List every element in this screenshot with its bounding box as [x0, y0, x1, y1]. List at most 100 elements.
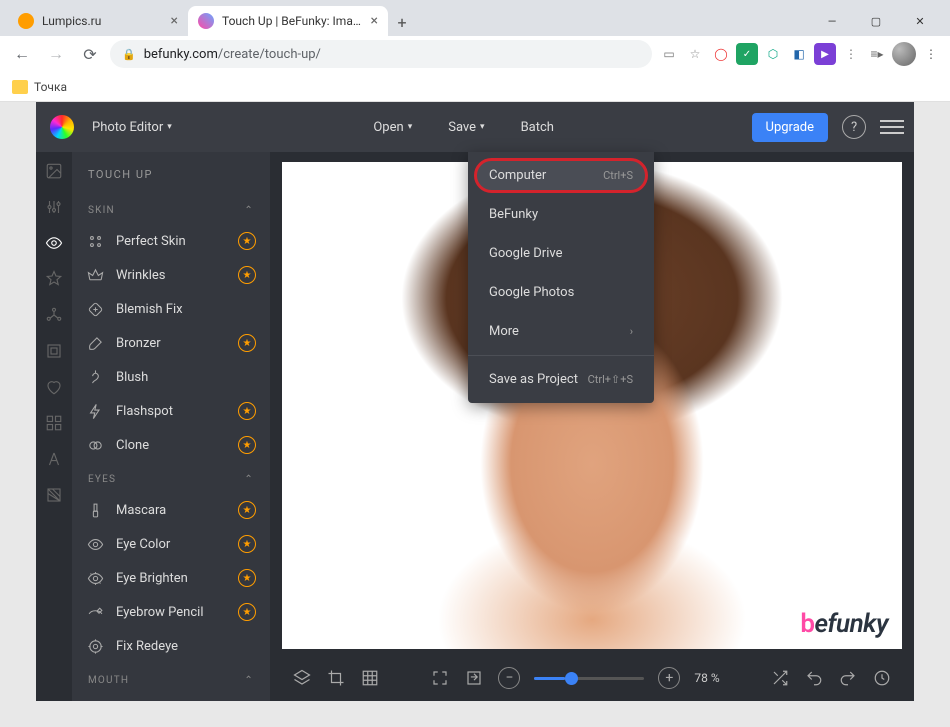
batch-button[interactable]: Batch: [517, 114, 558, 141]
tool-item-mascara[interactable]: Mascara★: [72, 493, 270, 527]
grid-view-icon[interactable]: [360, 668, 380, 688]
tool-label: Eyebrow Pencil: [116, 605, 204, 620]
ext-icon[interactable]: ⋮: [840, 43, 862, 65]
pencil-icon: [86, 603, 104, 621]
layers-icon[interactable]: [292, 668, 312, 688]
tool-item-blemish-fix[interactable]: Blemish Fix: [72, 292, 270, 326]
upgrade-button[interactable]: Upgrade: [752, 113, 828, 142]
menu-item-befunky[interactable]: BeFunky: [468, 195, 654, 234]
ext-icon[interactable]: ✓: [736, 43, 758, 65]
zoom-in-button[interactable]: +: [658, 667, 680, 689]
group-header[interactable]: EYES⌃: [72, 462, 270, 493]
back-button[interactable]: ←: [8, 40, 36, 68]
tool-rail: [36, 152, 72, 701]
close-icon[interactable]: ×: [371, 13, 378, 29]
minimize-button[interactable]: —: [810, 6, 854, 36]
target-icon: [86, 637, 104, 655]
ext-icon[interactable]: ◧: [788, 43, 810, 65]
tool-label: Bronzer: [116, 336, 161, 351]
reading-list-icon[interactable]: ≡▸: [866, 43, 888, 65]
group-header[interactable]: MOUTH⌃: [72, 663, 270, 694]
ext-icon[interactable]: ◯: [710, 43, 732, 65]
brand-logo-icon[interactable]: [50, 115, 74, 139]
fit-icon[interactable]: [430, 668, 450, 688]
save-menu-button[interactable]: Save ▾: [444, 114, 488, 141]
cast-icon[interactable]: ▭: [658, 43, 680, 65]
menu-item-save-project[interactable]: Save as ProjectCtrl+⇧+S: [468, 360, 654, 399]
close-icon[interactable]: ×: [171, 13, 178, 29]
tool-item-fix-redeye[interactable]: Fix Redeye: [72, 629, 270, 663]
menu-item-computer[interactable]: Computer Ctrl+S: [468, 156, 654, 195]
favicon-icon: [198, 13, 214, 29]
menu-item-google-photos[interactable]: Google Photos: [468, 273, 654, 312]
reload-button[interactable]: ⟳: [76, 40, 104, 68]
save-label: Save: [448, 120, 476, 135]
group-header[interactable]: SKIN⌃: [72, 193, 270, 224]
chrome-menu-icon[interactable]: ⋮: [920, 43, 942, 65]
open-menu-button[interactable]: Open ▾: [369, 114, 416, 141]
tool-item-eye-color[interactable]: Eye Color★: [72, 527, 270, 561]
batch-label: Batch: [521, 120, 554, 135]
profile-avatar[interactable]: [892, 42, 916, 66]
rail-star-icon[interactable]: [45, 270, 63, 288]
menu-item-google-drive[interactable]: Google Drive: [468, 234, 654, 273]
tool-item-lipstick[interactable]: Lipstick: [72, 694, 270, 701]
tool-item-clone[interactable]: Clone★: [72, 428, 270, 462]
tab-strip: Lumpics.ru × Touch Up | BeFunky: Image R…: [0, 0, 950, 36]
hamburger-menu-icon[interactable]: [880, 120, 904, 134]
history-icon[interactable]: [872, 668, 892, 688]
mascara-icon: [86, 501, 104, 519]
crop-icon[interactable]: [326, 668, 346, 688]
expand-icon[interactable]: [464, 668, 484, 688]
zoom-slider[interactable]: [534, 677, 644, 680]
rail-sliders-icon[interactable]: [45, 198, 63, 216]
shuffle-icon[interactable]: [770, 668, 790, 688]
rail-network-icon[interactable]: [45, 306, 63, 324]
close-window-button[interactable]: ✕: [898, 6, 942, 36]
brighten-icon: [86, 569, 104, 587]
editor-selector[interactable]: Photo Editor ▾: [88, 114, 176, 141]
undo-icon[interactable]: [804, 668, 824, 688]
tool-item-wrinkles[interactable]: Wrinkles★: [72, 258, 270, 292]
rail-heart-icon[interactable]: [45, 378, 63, 396]
menu-item-more[interactable]: More›: [468, 312, 654, 351]
tool-item-eyebrow-pencil[interactable]: Eyebrow Pencil★: [72, 595, 270, 629]
app-header: Photo Editor ▾ Open ▾ Save ▾ Batch Upgra…: [36, 102, 914, 152]
tab-title: Touch Up | BeFunky: Image Reto…: [222, 14, 363, 28]
tab-title: Lumpics.ru: [42, 14, 163, 28]
rail-grid-icon[interactable]: [45, 414, 63, 432]
chevron-up-icon: ⌃: [244, 205, 254, 216]
menu-shortcut: Ctrl+⇧+S: [588, 373, 633, 386]
panel-scroll[interactable]: SKIN⌃Perfect Skin★Wrinkles★Blemish FixBr…: [72, 193, 270, 701]
browser-tab[interactable]: Lumpics.ru ×: [8, 6, 188, 36]
window-controls: — ▢ ✕: [810, 6, 942, 36]
tool-item-bronzer[interactable]: Bronzer★: [72, 326, 270, 360]
brush2-icon: [86, 368, 104, 386]
tool-item-perfect-skin[interactable]: Perfect Skin★: [72, 224, 270, 258]
browser-tab-active[interactable]: Touch Up | BeFunky: Image Reto… ×: [188, 6, 388, 36]
bookmark-star-icon[interactable]: ☆: [684, 43, 706, 65]
bookmark-label[interactable]: Точка: [34, 80, 67, 94]
help-icon[interactable]: ?: [842, 115, 866, 139]
maximize-button[interactable]: ▢: [854, 6, 898, 36]
tool-item-flashspot[interactable]: Flashspot★: [72, 394, 270, 428]
tool-item-blush[interactable]: Blush: [72, 360, 270, 394]
forward-button[interactable]: →: [42, 40, 70, 68]
rail-texture-icon[interactable]: [45, 486, 63, 504]
new-tab-button[interactable]: +: [388, 8, 416, 36]
patch-icon: [86, 300, 104, 318]
zoom-out-button[interactable]: −: [498, 667, 520, 689]
folder-icon: [12, 80, 28, 94]
open-label: Open: [373, 120, 403, 135]
rail-text-icon[interactable]: [45, 450, 63, 468]
rail-frame-icon[interactable]: [45, 342, 63, 360]
redo-icon[interactable]: [838, 668, 858, 688]
ext-icon[interactable]: ▶: [814, 43, 836, 65]
rail-touchup-icon[interactable]: [45, 234, 63, 252]
tool-item-eye-brighten[interactable]: Eye Brighten★: [72, 561, 270, 595]
address-bar[interactable]: 🔒 befunky.com/create/touch-up/: [110, 40, 652, 68]
rail-image-icon[interactable]: [45, 162, 63, 180]
tool-label: Eye Color: [116, 537, 170, 552]
ext-icon[interactable]: ⬡: [762, 43, 784, 65]
browser-chrome: Lumpics.ru × Touch Up | BeFunky: Image R…: [0, 0, 950, 102]
